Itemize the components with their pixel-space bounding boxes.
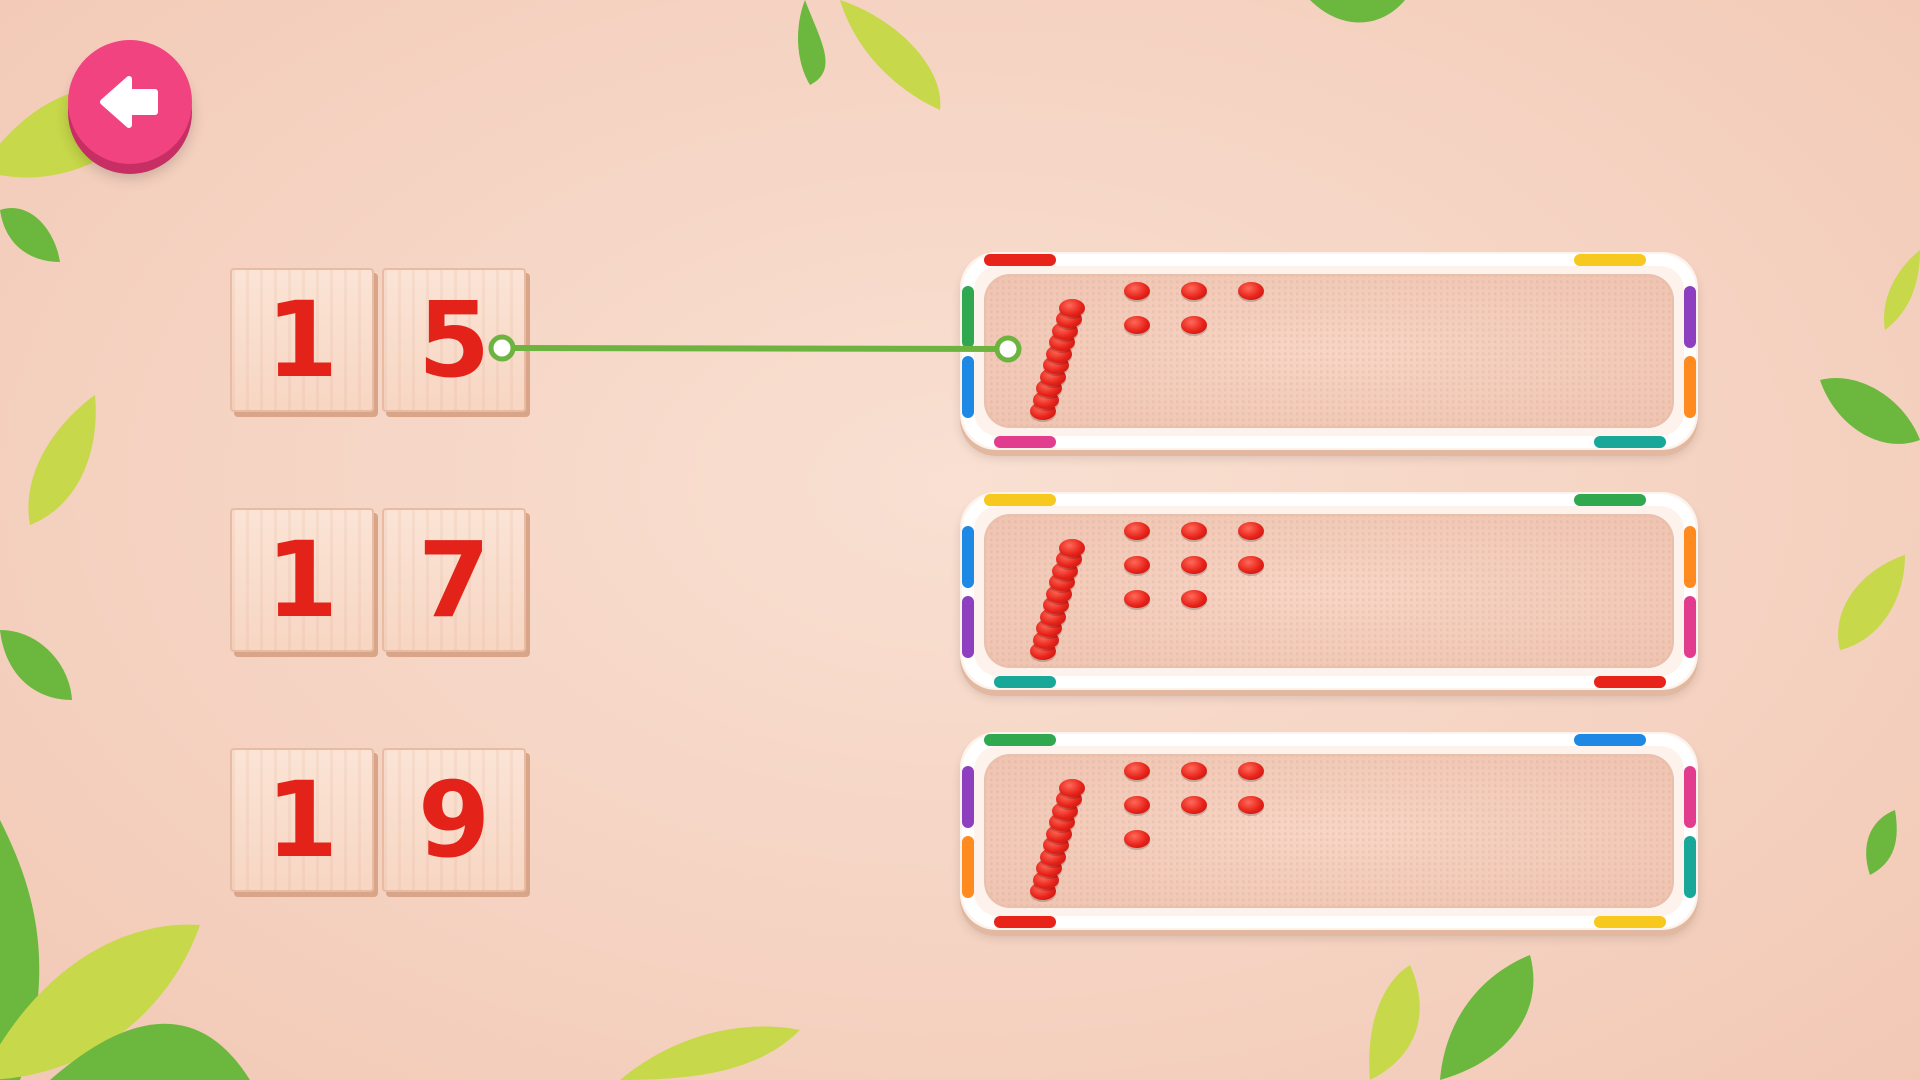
number-card-2[interactable]: 1 7 [230, 508, 534, 652]
tray-sand-area [984, 274, 1674, 428]
tens-digit: 1 [265, 279, 339, 401]
ones-digit-tile: 9 [382, 748, 526, 892]
unit-bead [1124, 796, 1150, 814]
unit-bead [1238, 796, 1264, 814]
ones-digit: 5 [417, 279, 491, 401]
number-card-3[interactable]: 1 9 [230, 748, 534, 892]
unit-bead [1181, 316, 1207, 334]
ones-digit: 7 [417, 519, 491, 641]
unit-bead [1124, 830, 1150, 848]
unit-bead [1181, 590, 1207, 608]
unit-bead [1124, 522, 1150, 540]
unit-bead [1238, 282, 1264, 300]
unit-bead [1238, 556, 1264, 574]
ones-digit-tile: 5 [382, 268, 526, 412]
unit-bead [1181, 762, 1207, 780]
ten-rod-bead [1058, 538, 1085, 557]
unit-bead [1124, 282, 1150, 300]
unit-bead [1238, 522, 1264, 540]
ten-rod-bead [1058, 778, 1085, 797]
number-card-1[interactable]: 1 5 [230, 268, 534, 412]
unit-bead [1124, 556, 1150, 574]
tray-sand-area [984, 754, 1674, 908]
ones-digit-tile: 7 [382, 508, 526, 652]
tens-digit: 1 [265, 519, 339, 641]
unit-bead [1181, 522, 1207, 540]
unit-bead [1124, 762, 1150, 780]
back-arrow-icon [100, 76, 158, 128]
unit-bead [1181, 556, 1207, 574]
unit-bead [1181, 796, 1207, 814]
tens-digit: 1 [265, 759, 339, 881]
unit-bead [1124, 316, 1150, 334]
unit-bead [1181, 282, 1207, 300]
tens-digit-tile: 1 [230, 748, 374, 892]
ones-digit: 9 [417, 759, 491, 881]
tens-digit-tile: 1 [230, 268, 374, 412]
tray-sand-area [984, 514, 1674, 668]
ten-rod-bead [1058, 298, 1085, 317]
unit-bead [1124, 590, 1150, 608]
tens-digit-tile: 1 [230, 508, 374, 652]
back-button[interactable] [68, 40, 192, 164]
unit-bead [1238, 762, 1264, 780]
